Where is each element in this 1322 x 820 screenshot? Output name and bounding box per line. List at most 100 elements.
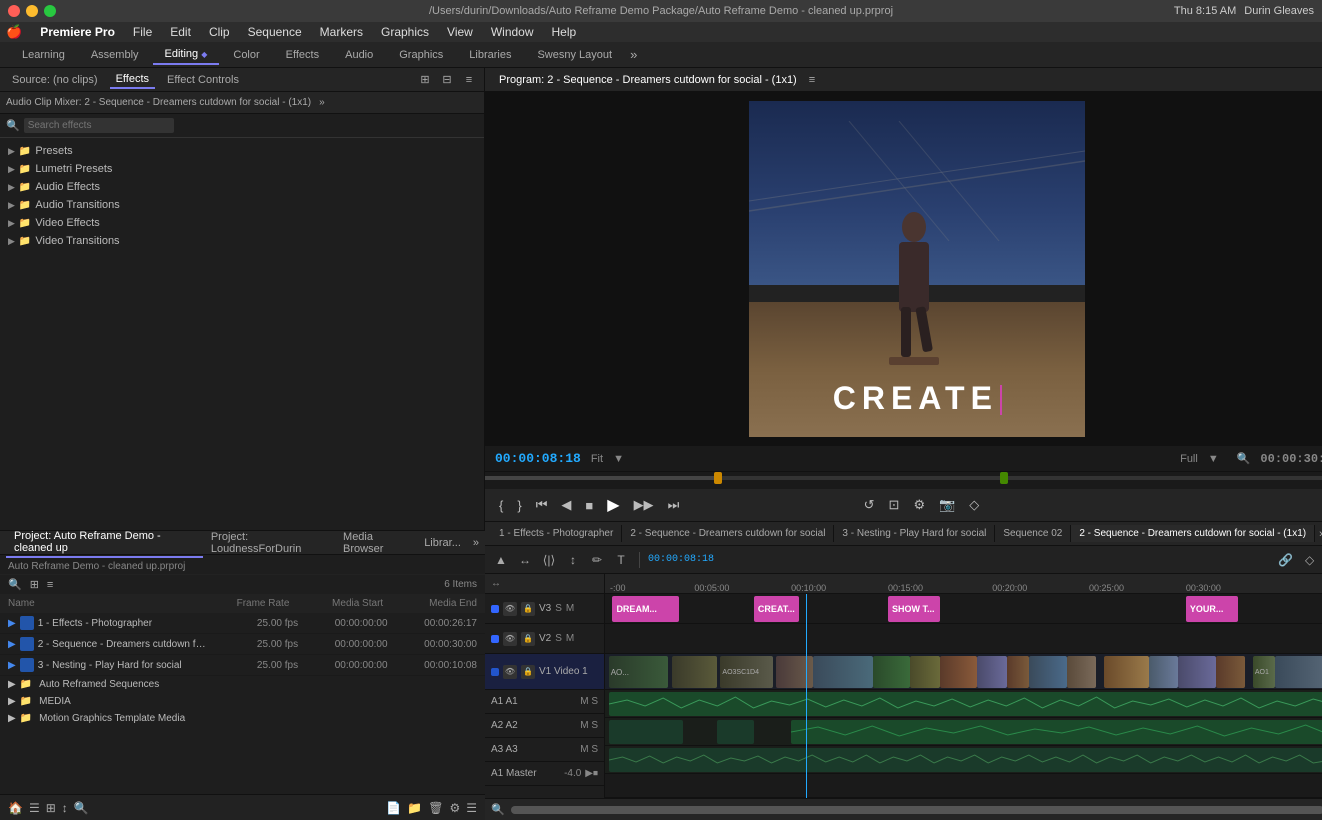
scrubber-handle[interactable]: [714, 472, 722, 484]
tool-arrow[interactable]: ▲: [491, 550, 511, 570]
v1-clip-8[interactable]: [1029, 656, 1066, 688]
btn-step-back[interactable]: ◀: [557, 495, 575, 515]
project-list-icon[interactable]: ⊞: [30, 578, 39, 591]
proj-tabs-more[interactable]: »: [473, 537, 479, 549]
proj-btn-folder[interactable]: 📁: [407, 801, 422, 815]
tab-libraries[interactable]: Libraries: [457, 46, 523, 64]
v1-clip-12[interactable]: [1216, 656, 1246, 688]
proj-folder-autoreframe[interactable]: ▶ 📁 Auto Reframed Sequences: [0, 676, 485, 693]
proj-row-1[interactable]: ▶ 1 - Effects - Photographer 25.00 fps 0…: [0, 613, 485, 634]
btn-add-marker[interactable]: ◇: [965, 495, 983, 515]
proj-folder-media[interactable]: ▶ 📁 MEDIA: [0, 693, 485, 710]
tab-assembly[interactable]: Assembly: [79, 46, 151, 64]
seq-tab-sequence[interactable]: 2 - Sequence - Dreamers cutdown for soci…: [622, 525, 834, 542]
btn-mark-out[interactable]: }: [513, 496, 525, 515]
btn-step-back-many[interactable]: ⏮: [532, 495, 552, 515]
menu-clip[interactable]: Clip: [201, 23, 238, 41]
tool-pen[interactable]: ✏: [587, 550, 607, 570]
clip-v3-creat[interactable]: CREAT...: [754, 596, 799, 622]
clip-v3-dream[interactable]: DREAM...: [612, 596, 679, 622]
v1-clip-blue[interactable]: [977, 656, 1007, 688]
menu-help[interactable]: Help: [544, 23, 585, 41]
proj-tab-libraries[interactable]: Librar...: [416, 535, 469, 551]
seq-tab-nesting[interactable]: 3 - Nesting - Play Hard for social: [834, 525, 995, 542]
tool-selection[interactable]: ↔: [515, 550, 535, 570]
seq-timecode[interactable]: 00:00:08:18: [648, 554, 714, 565]
v3-lock[interactable]: 🔒: [521, 602, 535, 616]
menu-graphics[interactable]: Graphics: [373, 23, 437, 41]
a2-clip-main[interactable]: [791, 720, 1322, 744]
tab-effects[interactable]: Effects: [274, 46, 331, 64]
tab-learning[interactable]: Learning: [10, 46, 77, 64]
tree-item-video-effects[interactable]: ▶ 📁 Video Effects: [0, 214, 484, 232]
fullscreen-button[interactable]: [44, 5, 56, 17]
v1-eye[interactable]: 👁: [503, 665, 517, 679]
tool-ripple[interactable]: ⟨|⟩: [539, 550, 559, 570]
traffic-lights[interactable]: [8, 5, 56, 17]
a2-clip-1[interactable]: [609, 720, 683, 744]
v1-clip-5[interactable]: [873, 656, 910, 688]
mixer-expand[interactable]: »: [319, 97, 325, 108]
btn-step-forward[interactable]: ▶▶: [630, 495, 658, 515]
tab-effects[interactable]: Effects: [110, 71, 155, 89]
v1-clip-7[interactable]: [1007, 656, 1029, 688]
fit-label[interactable]: Fit: [591, 453, 603, 465]
proj-btn-search[interactable]: 🔍: [74, 801, 89, 815]
tool-slip[interactable]: ↕: [563, 550, 583, 570]
v1-clip-10[interactable]: [1149, 656, 1179, 688]
btn-safe-margins[interactable]: ⊡: [885, 495, 904, 515]
tool-type[interactable]: T: [611, 550, 631, 570]
btn-mark-in[interactable]: {: [495, 496, 507, 515]
resolution-label[interactable]: Full: [1180, 453, 1198, 465]
tab-editing[interactable]: Editing ◆: [153, 45, 220, 65]
master-play[interactable]: ▶⏹: [585, 768, 598, 779]
tool-magnet[interactable]: 🔗: [1276, 550, 1296, 570]
panel-icon-1[interactable]: ⊞: [416, 71, 434, 89]
search-input[interactable]: [24, 118, 174, 133]
apple-logo[interactable]: 🍎: [6, 24, 22, 40]
v1-lock[interactable]: 🔒: [521, 665, 535, 679]
seq-tab-1x1[interactable]: 2 - Sequence - Dreamers cutdown for soci…: [1071, 525, 1315, 542]
scrubber-out-handle[interactable]: [1000, 472, 1008, 484]
v1-clip-13[interactable]: [1275, 656, 1322, 688]
proj-tab-media-browser[interactable]: Media Browser: [335, 529, 416, 557]
v2-sync[interactable]: S: [555, 633, 562, 644]
tree-item-presets[interactable]: ▶ 📁 Presets: [0, 142, 484, 160]
v1-clip-9[interactable]: [1067, 656, 1097, 688]
timeline-zoom-out[interactable]: 🔍: [491, 803, 505, 816]
tab-effect-controls[interactable]: Effect Controls: [161, 72, 245, 88]
proj-btn-home[interactable]: 🏠: [8, 801, 23, 815]
v2-eye[interactable]: 👁: [503, 632, 517, 646]
v1-clip-3[interactable]: [776, 656, 813, 688]
proj-row-2[interactable]: ▶ 2 - Sequence - Dreamers cutdown for s.…: [0, 634, 485, 655]
menu-view[interactable]: View: [439, 23, 481, 41]
tree-item-video-transitions[interactable]: ▶ 📁 Video Transitions: [0, 232, 484, 250]
tab-source[interactable]: Source: (no clips): [6, 72, 104, 88]
v3-eye[interactable]: 👁: [503, 602, 517, 616]
menu-edit[interactable]: Edit: [162, 23, 199, 41]
proj-btn-settings[interactable]: ⚙: [449, 801, 460, 815]
menu-markers[interactable]: Markers: [312, 23, 371, 41]
more-tabs-button[interactable]: »: [630, 47, 637, 62]
v1-clip-orange2[interactable]: [1104, 656, 1149, 688]
a2-controls[interactable]: M S: [580, 720, 598, 731]
proj-folder-motion-graphics[interactable]: ▶ 📁 Motion Graphics Template Media: [0, 710, 485, 727]
v3-sync[interactable]: S: [555, 603, 562, 614]
fit-dropdown-arrow[interactable]: ▼: [613, 453, 624, 465]
menu-sequence[interactable]: Sequence: [240, 23, 310, 41]
proj-btn-menu[interactable]: ☰: [466, 801, 477, 815]
mixer-tab[interactable]: Audio Clip Mixer: 2 - Sequence - Dreamer…: [6, 97, 311, 108]
project-sort-icon[interactable]: ≡: [47, 579, 53, 591]
tab-color[interactable]: Color: [221, 46, 271, 64]
hscroll-thumb[interactable]: [511, 806, 1322, 814]
timeline-hscrollbar[interactable]: [511, 806, 1322, 814]
btn-settings[interactable]: ⚙: [909, 495, 929, 515]
a2-clip-2[interactable]: [717, 720, 754, 744]
menu-window[interactable]: Window: [483, 23, 542, 41]
btn-export-frame[interactable]: 📷: [935, 495, 959, 515]
proj-btn-grid[interactable]: ⊞: [46, 801, 56, 815]
menu-file[interactable]: File: [125, 23, 160, 41]
panel-icon-2[interactable]: ⊟: [438, 71, 456, 89]
tab-audio[interactable]: Audio: [333, 46, 385, 64]
v1-clip-4[interactable]: [813, 656, 873, 688]
